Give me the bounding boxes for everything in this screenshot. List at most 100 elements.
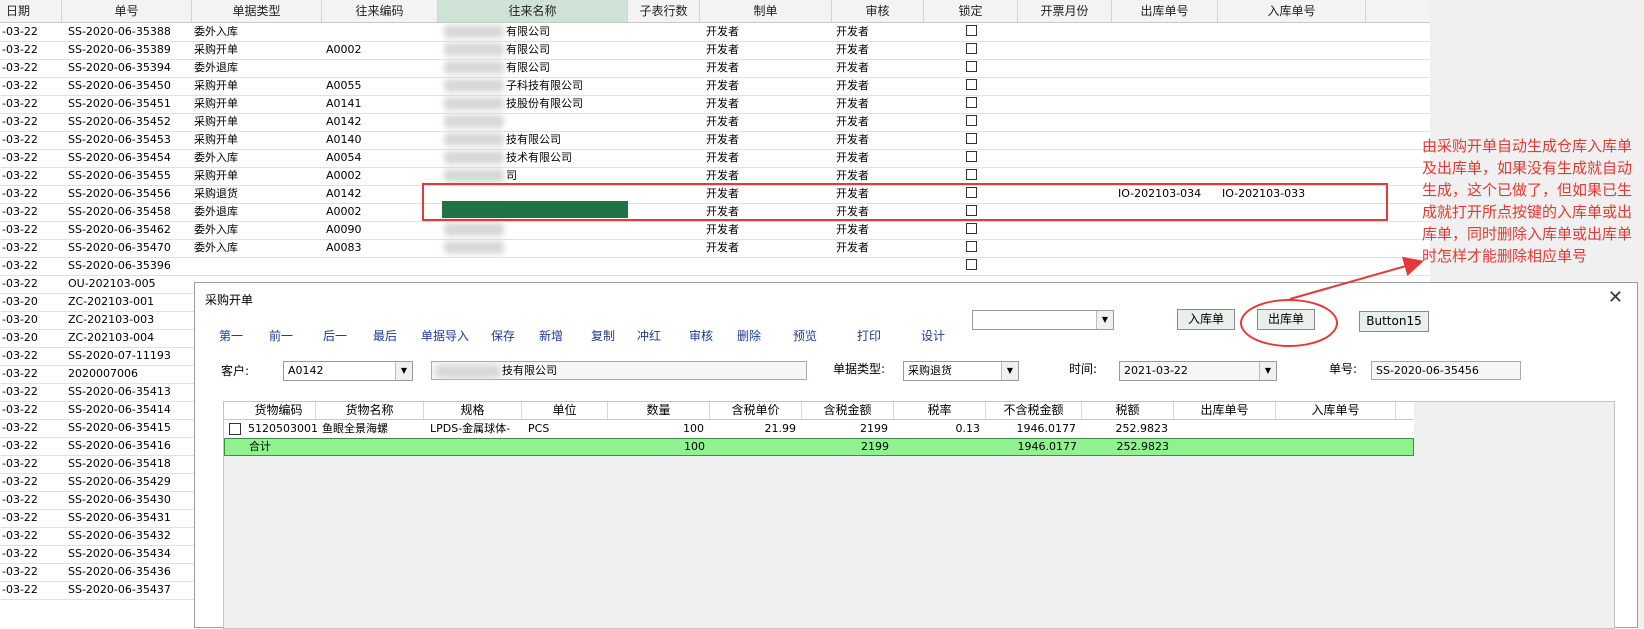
grid-column-header[interactable]: 单位: [522, 402, 608, 419]
table-row[interactable]: -03-22 SS-2020-06-35450 采购开单 A0055 开发者 开发者 子科技…: [0, 76, 1430, 96]
row-checkbox[interactable]: [229, 423, 241, 435]
lock-checkbox[interactable]: [966, 223, 977, 234]
grid-cell-rate[interactable]: 0.13: [894, 420, 986, 438]
cell-no: SS-2020-06-35462: [68, 223, 171, 236]
table-row[interactable]: -03-22 SS-2020-06-35453 采购开单 A0140 开发者 开发者 技有限…: [0, 130, 1430, 150]
grid-cell-out[interactable]: [1180, 420, 1282, 438]
button15[interactable]: Button15: [1359, 311, 1429, 332]
doc-type-combo[interactable]: 采购退货 ▼: [903, 361, 1019, 381]
lock-checkbox[interactable]: [966, 61, 977, 72]
lock-checkbox[interactable]: [966, 169, 977, 180]
cell-no: SS-2020-06-35454: [68, 151, 171, 164]
lock-checkbox[interactable]: [966, 259, 977, 270]
column-header[interactable]: 审核: [832, 0, 924, 22]
table-row[interactable]: -03-22 SS-2020-06-35396: [0, 256, 1430, 276]
column-header[interactable]: 单据类型: [192, 0, 322, 22]
grid-cell-price[interactable]: 21.99: [710, 420, 802, 438]
date-picker[interactable]: 2021-03-22 ▼: [1119, 361, 1277, 381]
toolbar-button[interactable]: 单据导入: [421, 327, 469, 344]
column-header[interactable]: 锁定: [924, 0, 1018, 22]
table-row[interactable]: 5120503001 鱼眼全景海螺 LPDS-金属球体- PCS 100 21.99 219…: [224, 420, 1414, 438]
lock-checkbox[interactable]: [966, 115, 977, 126]
column-header[interactable]: 往来名称: [438, 0, 628, 22]
column-header[interactable]: 制单: [700, 0, 832, 22]
toolbar-button[interactable]: 后一: [323, 327, 347, 344]
grid-cell-qty[interactable]: 100: [608, 420, 710, 438]
toolbar-button[interactable]: 新增: [539, 327, 563, 344]
cell-date: -03-22: [2, 277, 38, 290]
grid-column-header[interactable]: 税率: [894, 402, 986, 419]
table-row[interactable]: -03-22 SS-2020-06-35470 委外入库 A0083 开发者 开发者: [0, 238, 1430, 258]
close-icon[interactable]: ✕: [1608, 287, 1623, 308]
lock-checkbox[interactable]: [966, 79, 977, 90]
lock-checkbox[interactable]: [966, 133, 977, 144]
grid-cell-code[interactable]: 5120503001: [248, 420, 322, 438]
toolbar-button[interactable]: 复制: [591, 327, 615, 344]
lock-checkbox[interactable]: [966, 43, 977, 54]
toolbar-combo[interactable]: ▼: [972, 310, 1114, 330]
chevron-down-icon[interactable]: ▼: [1001, 362, 1018, 380]
lock-checkbox[interactable]: [966, 151, 977, 162]
toolbar-button[interactable]: 打印: [857, 327, 881, 344]
customer-name-field[interactable]: 技有限公司: [431, 361, 807, 380]
grid-cell-net[interactable]: 1946.0177: [986, 420, 1082, 438]
stock-in-button[interactable]: 入库单: [1177, 309, 1235, 330]
grid-cell-name[interactable]: 鱼眼全景海螺: [322, 420, 430, 438]
column-header[interactable]: 出库单号: [1112, 0, 1218, 22]
column-header[interactable]: 开票月份: [1018, 0, 1112, 22]
column-header[interactable]: 入库单号: [1218, 0, 1366, 22]
customer-code-combo[interactable]: A0142 ▼: [283, 361, 413, 381]
cell-date: -03-22: [2, 61, 38, 74]
chevron-down-icon[interactable]: ▼: [1259, 362, 1276, 380]
column-header[interactable]: 子表行数: [628, 0, 700, 22]
redacted-text: [444, 79, 504, 92]
toolbar-button[interactable]: 预览: [793, 327, 817, 344]
cell-code: A0002: [326, 205, 362, 218]
grid-column-header[interactable]: 货物名称: [316, 402, 424, 419]
total-net: 1946.0177: [1017, 440, 1078, 453]
table-row[interactable]: -03-22 SS-2020-06-35388 委外入库 开发者 开发者 有限公司: [0, 22, 1430, 42]
grid-column-header[interactable]: 税额: [1082, 402, 1174, 419]
toolbar-button[interactable]: 第一: [219, 327, 243, 344]
toolbar-button[interactable]: 保存: [491, 327, 515, 344]
order-no-field[interactable]: SS-2020-06-35456: [1371, 361, 1521, 380]
toolbar-button[interactable]: 删除: [737, 327, 761, 344]
grid-cell-unit[interactable]: PCS: [528, 420, 614, 438]
column-header[interactable]: 日期: [0, 0, 62, 22]
grid-cell-spec[interactable]: LPDS-金属球体-: [430, 420, 528, 438]
cell-name: 有限公司: [506, 43, 550, 56]
grid-column-header[interactable]: 规格: [424, 402, 522, 419]
grid-column-header[interactable]: 含税单价: [710, 402, 802, 419]
toolbar-button[interactable]: 冲红: [637, 327, 661, 344]
grid-column-header[interactable]: 出库单号: [1174, 402, 1276, 419]
grid-column-header[interactable]: 含税金额: [802, 402, 894, 419]
grid-column-header[interactable]: 货物编码: [242, 402, 316, 419]
cell-date: -03-22: [2, 115, 38, 128]
grid-column-header[interactable]: 数量: [608, 402, 710, 419]
column-header[interactable]: 往来编码: [322, 0, 438, 22]
toolbar-button[interactable]: 最后: [373, 327, 397, 344]
grid-cell-tax[interactable]: 252.9823: [1082, 420, 1174, 438]
lock-checkbox[interactable]: [966, 25, 977, 36]
column-header[interactable]: 单号: [62, 0, 192, 22]
toolbar-button[interactable]: 审核: [689, 327, 713, 344]
table-row[interactable]: -03-22 SS-2020-06-35451 采购开单 A0141 开发者 开发者 技股份…: [0, 94, 1430, 114]
grid-column-header[interactable]: 不含税金额: [986, 402, 1082, 419]
toolbar-button[interactable]: 设计: [921, 327, 945, 344]
grid-cell-amount[interactable]: 2199: [802, 420, 894, 438]
cell-code: A0090: [326, 223, 362, 236]
lock-checkbox[interactable]: [966, 241, 977, 252]
grid-column-header[interactable]: 入库单号: [1276, 402, 1396, 419]
chevron-down-icon[interactable]: ▼: [1096, 311, 1113, 329]
table-row[interactable]: -03-22 SS-2020-06-35452 采购开单 A0142 开发者 开发者: [0, 112, 1430, 132]
chevron-down-icon[interactable]: ▼: [395, 362, 412, 380]
table-row[interactable]: -03-22 SS-2020-06-35462 委外入库 A0090 开发者 开发者: [0, 220, 1430, 240]
redacted-text: [444, 97, 504, 110]
table-row[interactable]: -03-22 SS-2020-06-35394 委外退库 开发者 开发者 有限公司: [0, 58, 1430, 78]
table-row[interactable]: -03-22 SS-2020-06-35454 委外入库 A0054 开发者 开发者 技术有…: [0, 148, 1430, 168]
grid-cell-in[interactable]: [1282, 420, 1402, 438]
table-row[interactable]: -03-22 SS-2020-06-35389 采购开单 A0002 开发者 开发者 有限公…: [0, 40, 1430, 60]
lock-checkbox[interactable]: [966, 97, 977, 108]
toolbar-button[interactable]: 前一: [269, 327, 293, 344]
cell-code: A0002: [326, 43, 362, 56]
